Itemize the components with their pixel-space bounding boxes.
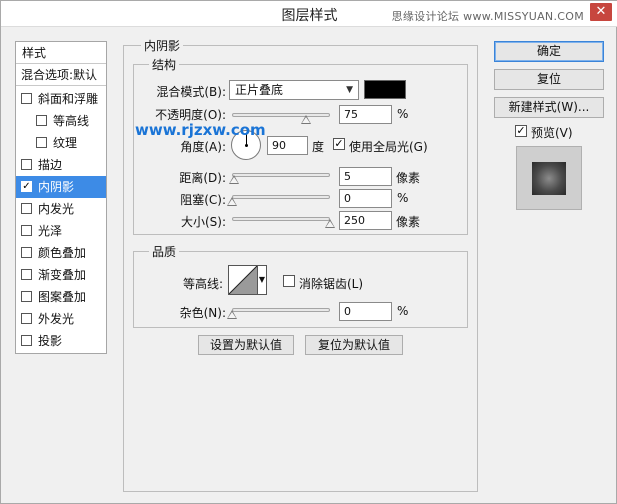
style-item-label: 渐变叠加: [38, 268, 87, 282]
preview-checkbox[interactable]: ✓: [515, 125, 527, 137]
style-item-label: 投影: [38, 334, 63, 348]
make-default-button[interactable]: 设置为默认值: [198, 335, 294, 355]
angle-dial-center: [245, 144, 248, 147]
ok-button[interactable]: 确定: [494, 41, 604, 62]
style-item-gradient-overlay[interactable]: 渐变叠加: [16, 264, 106, 286]
style-item-bevel-emboss[interactable]: 斜面和浮雕: [16, 88, 106, 110]
style-item-checkbox[interactable]: [21, 269, 32, 280]
choke-slider-handle[interactable]: [227, 197, 237, 206]
distance-slider-handle[interactable]: [228, 175, 239, 184]
style-item-checkbox[interactable]: [21, 335, 32, 346]
angle-input[interactable]: 90: [267, 136, 308, 155]
style-item-label: 光泽: [38, 224, 63, 238]
style-item-checkbox[interactable]: [21, 247, 32, 258]
angle-label: 角度(A):: [180, 140, 226, 154]
choke-input[interactable]: 0: [339, 189, 392, 208]
style-item-checkbox[interactable]: [21, 225, 32, 236]
style-item-checkbox[interactable]: [36, 115, 47, 126]
quality-title: 品质: [149, 243, 180, 260]
distance-label: 距离(D):: [179, 171, 226, 185]
distance-unit: 像素: [396, 171, 421, 185]
anti-alias-label: 消除锯齿(L): [299, 277, 364, 291]
contour-label: 等高线:: [182, 277, 223, 291]
reset-default-button[interactable]: 复位为默认值: [305, 335, 403, 355]
style-item-contour[interactable]: 等高线: [16, 110, 106, 132]
blend-mode-select[interactable]: 正片叠底 ▼: [229, 80, 359, 100]
style-list-header[interactable]: 样式: [16, 42, 106, 64]
noise-slider-handle[interactable]: [227, 310, 237, 319]
angle-unit: 度: [312, 140, 325, 154]
structure-title: 结构: [149, 56, 180, 73]
opacity-input[interactable]: 75: [339, 105, 392, 124]
preview-label: 预览(V): [531, 126, 573, 140]
style-item-label: 颜色叠加: [38, 246, 87, 260]
style-item-checkbox[interactable]: ✓: [21, 181, 32, 192]
style-list-header-label: 样式: [22, 46, 47, 60]
choke-unit: %: [397, 191, 409, 205]
inner-shadow-title: 内阴影: [141, 37, 184, 54]
style-item-label: 内发光: [38, 202, 75, 216]
size-input[interactable]: 250: [339, 211, 392, 230]
style-item-inner-glow[interactable]: 内发光: [16, 198, 106, 220]
style-item-checkbox[interactable]: [21, 93, 32, 104]
style-item-label: 纹理: [53, 136, 78, 150]
style-item-stroke[interactable]: 描边: [16, 154, 106, 176]
size-label: 大小(S):: [180, 215, 226, 229]
shadow-color-swatch[interactable]: [364, 80, 406, 99]
contour-curve-icon: [228, 265, 258, 295]
style-item-outer-glow[interactable]: 外发光: [16, 308, 106, 330]
choke-label: 阻塞(C):: [180, 193, 226, 207]
size-slider-handle[interactable]: [325, 219, 335, 228]
opacity-unit: %: [397, 107, 409, 121]
noise-input[interactable]: 0: [339, 302, 392, 321]
style-preview-swatch: [532, 162, 566, 195]
size-slider-track[interactable]: [232, 217, 330, 221]
reset-button[interactable]: 复位: [494, 69, 604, 90]
opacity-slider-track[interactable]: [232, 113, 330, 117]
global-light-label: 使用全局光(G): [349, 140, 428, 154]
style-item-label: 斜面和浮雕: [38, 92, 99, 106]
style-item-inner-shadow[interactable]: ✓ 内阴影: [16, 176, 106, 198]
noise-label: 杂色(N):: [179, 306, 226, 320]
global-light-checkbox[interactable]: ✓: [333, 138, 345, 150]
watermark-text: 思缘设计论坛 www.MISSYUAN.COM: [391, 10, 584, 23]
site-watermark: www.rjzxw.com: [135, 121, 266, 139]
layer-style-dialog: 图层样式 思缘设计论坛 www.MISSYUAN.COM ✕ 样式 混合选项:默…: [0, 0, 617, 504]
blend-mode-value: 正片叠底: [235, 83, 284, 97]
style-item-label: 图案叠加: [38, 290, 87, 304]
blend-mode-label: 混合模式(B):: [156, 85, 226, 99]
noise-unit: %: [397, 304, 409, 318]
chevron-down-icon: ▼: [346, 85, 353, 95]
size-unit: 像素: [396, 215, 421, 229]
new-style-button[interactable]: 新建样式(W)...: [494, 97, 604, 118]
anti-alias-checkbox[interactable]: [283, 275, 295, 287]
style-item-color-overlay[interactable]: 颜色叠加: [16, 242, 106, 264]
choke-slider-track[interactable]: [232, 195, 330, 199]
style-item-label: 内阴影: [38, 180, 75, 194]
style-item-satin[interactable]: 光泽: [16, 220, 106, 242]
style-item-label: 描边: [38, 158, 63, 172]
style-item-label: 等高线: [53, 114, 90, 128]
distance-slider-track[interactable]: [232, 173, 330, 177]
style-item-checkbox[interactable]: [21, 313, 32, 324]
style-item-pattern-overlay[interactable]: 图案叠加: [16, 286, 106, 308]
style-list: 样式 混合选项:默认 斜面和浮雕 等高线 纹理 描边 ✓ 内阴影 内发光 光泽 …: [15, 41, 107, 354]
style-item-checkbox[interactable]: [36, 137, 47, 148]
noise-slider-track[interactable]: [232, 308, 330, 312]
distance-input[interactable]: 5: [339, 167, 392, 186]
blend-options-label: 混合选项:默认: [21, 68, 98, 82]
contour-preview[interactable]: [228, 265, 258, 295]
style-preview-thumbnail: [516, 146, 582, 210]
style-item-checkbox[interactable]: [21, 203, 32, 214]
title-bar[interactable]: 图层样式 思缘设计论坛 www.MISSYUAN.COM ✕: [1, 1, 617, 27]
style-item-drop-shadow[interactable]: 投影: [16, 330, 106, 352]
opacity-slider-handle[interactable]: [300, 115, 311, 124]
style-item-label: 外发光: [38, 312, 75, 326]
close-button[interactable]: ✕: [590, 3, 612, 21]
style-item-checkbox[interactable]: [21, 159, 32, 170]
style-item-checkbox[interactable]: [21, 291, 32, 302]
blend-options-item[interactable]: 混合选项:默认: [16, 64, 106, 86]
style-item-texture[interactable]: 纹理: [16, 132, 106, 154]
contour-dropdown-icon[interactable]: ▼: [258, 265, 267, 295]
